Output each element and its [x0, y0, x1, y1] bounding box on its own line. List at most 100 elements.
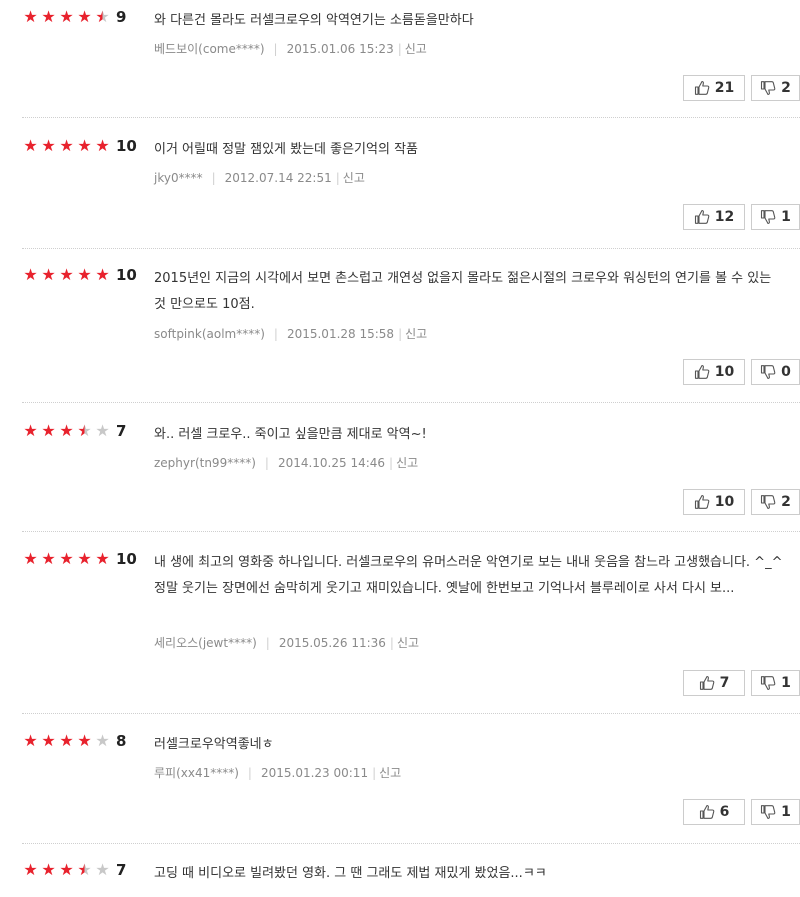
star-rating: ★ ★ ★ ★ ★ 10 — [22, 136, 137, 156]
divider — [22, 531, 800, 532]
star-full-icon: ★ — [95, 136, 110, 155]
review-text: 와 다른건 몰라도 러셀크로우의 악역연기는 소름돋을만하다 — [154, 13, 474, 28]
dislike-count: 2 — [781, 80, 791, 96]
star-full-icon: ★ — [23, 7, 38, 26]
star-full-icon: ★ — [77, 7, 92, 26]
thumbs-down-icon — [760, 804, 781, 820]
review-author[interactable]: zephyr(tn99****) — [154, 456, 256, 470]
dislike-button[interactable]: 2 — [751, 489, 800, 515]
dislike-button[interactable]: 0 — [751, 359, 800, 385]
thumbs-up-icon — [694, 494, 715, 510]
thumbs-up-icon — [699, 804, 720, 820]
dislike-button[interactable]: 2 — [751, 75, 800, 101]
vote-buttons: 10 0 — [677, 359, 800, 385]
thumbs-down-icon — [760, 675, 781, 691]
star-full-icon: ★ — [59, 860, 74, 879]
star-full-icon: ★ — [95, 265, 110, 284]
star-rating: ★ ★ ★ ★ ★ 7 — [22, 860, 126, 880]
star-half-icon: ★ — [77, 421, 92, 440]
star-empty-icon: ★ — [95, 731, 110, 750]
thumbs-up-icon — [694, 80, 715, 96]
divider — [22, 713, 800, 714]
vote-buttons: 12 1 — [677, 204, 800, 230]
like-button[interactable]: 6 — [683, 799, 745, 825]
thumbs-up-icon — [694, 209, 715, 225]
star-full-icon: ★ — [23, 549, 38, 568]
star-full-icon: ★ — [41, 549, 56, 568]
star-full-icon: ★ — [23, 731, 38, 750]
dislike-button[interactable]: 1 — [751, 799, 800, 825]
thumbs-up-icon — [694, 364, 715, 380]
star-full-icon: ★ — [23, 860, 38, 879]
report-link[interactable]: 신고 — [343, 171, 365, 185]
star-empty-icon: ★ — [95, 860, 110, 879]
dislike-count: 1 — [781, 804, 791, 820]
thumbs-down-icon — [760, 209, 781, 225]
report-link[interactable]: 신고 — [397, 636, 419, 650]
rating-score: 7 — [116, 861, 127, 879]
review-author[interactable]: 베드보이(come****) — [154, 42, 265, 56]
star-full-icon: ★ — [77, 549, 92, 568]
like-button[interactable]: 12 — [683, 204, 745, 230]
rating-score: 7 — [116, 422, 127, 440]
review-text: 이거 어릴때 정말 잼있게 봤는데 좋은기억의 작품 — [154, 142, 418, 157]
like-count: 6 — [719, 804, 730, 820]
report-link[interactable]: 신고 — [405, 42, 427, 56]
review-meta: zephyr(tn99****) | 2014.10.25 14:46 | 신고 — [154, 456, 419, 470]
star-rating: ★ ★ ★ ★ ★ 10 — [22, 549, 137, 569]
rating-score: 10 — [116, 550, 137, 568]
star-full-icon: ★ — [41, 421, 56, 440]
rating-score: 9 — [116, 8, 127, 26]
review-meta: 루피(xx41****) | 2015.01.23 00:11 | 신고 — [154, 766, 402, 780]
like-count: 12 — [714, 209, 735, 225]
vote-buttons: 6 1 — [677, 799, 800, 825]
thumbs-down-icon — [760, 364, 781, 380]
review-text: 러셀크로우악역좋네ㅎ — [154, 737, 274, 752]
review-author[interactable]: 루피(xx41****) — [154, 766, 239, 780]
star-full-icon: ★ — [77, 136, 92, 155]
like-button[interactable]: 7 — [683, 670, 745, 696]
divider — [22, 402, 800, 403]
star-full-icon: ★ — [59, 549, 74, 568]
like-count: 10 — [714, 494, 735, 510]
like-count: 21 — [714, 80, 735, 96]
vote-buttons: 21 2 — [677, 75, 800, 101]
review-author[interactable]: 세리오스(jewt****) — [154, 636, 257, 650]
review-author[interactable]: softpink(aolm****) — [154, 327, 265, 341]
rating-score: 10 — [116, 137, 137, 155]
star-full-icon: ★ — [41, 7, 56, 26]
dislike-count: 1 — [781, 675, 791, 691]
star-rating: ★ ★ ★ ★ ★ 8 — [22, 731, 126, 751]
star-full-icon: ★ — [95, 549, 110, 568]
review-date: 2015.01.06 15:23 — [286, 42, 394, 56]
star-full-icon: ★ — [77, 731, 92, 750]
star-full-icon: ★ — [59, 421, 74, 440]
dislike-count: 1 — [781, 209, 791, 225]
star-full-icon: ★ — [23, 265, 38, 284]
like-button[interactable]: 21 — [683, 75, 745, 101]
dislike-count: 2 — [781, 494, 791, 510]
star-half-icon: ★ — [77, 860, 92, 879]
report-link[interactable]: 신고 — [396, 456, 418, 470]
dislike-button[interactable]: 1 — [751, 204, 800, 230]
star-full-icon: ★ — [23, 136, 38, 155]
star-full-icon: ★ — [23, 421, 38, 440]
review-date: 2015.01.23 00:11 — [260, 766, 369, 780]
review-author[interactable]: jky0**** — [154, 171, 203, 185]
review-date: 2012.07.14 22:51 — [224, 171, 332, 185]
vote-buttons: 10 2 — [677, 489, 800, 515]
like-count: 7 — [719, 675, 730, 691]
star-full-icon: ★ — [59, 731, 74, 750]
like-count: 10 — [714, 364, 735, 380]
like-button[interactable]: 10 — [683, 489, 745, 515]
report-link[interactable]: 신고 — [379, 766, 401, 780]
review-meta: softpink(aolm****) | 2015.01.28 15:58 | 신고 — [154, 327, 428, 341]
divider — [22, 117, 800, 118]
dislike-button[interactable]: 1 — [751, 670, 800, 696]
star-empty-icon: ★ — [95, 421, 110, 440]
star-full-icon: ★ — [77, 265, 92, 284]
report-link[interactable]: 신고 — [405, 327, 427, 341]
like-button[interactable]: 10 — [683, 359, 745, 385]
review-meta: 베드보이(come****) | 2015.01.06 15:23 | 신고 — [154, 42, 427, 56]
star-full-icon: ★ — [59, 7, 74, 26]
